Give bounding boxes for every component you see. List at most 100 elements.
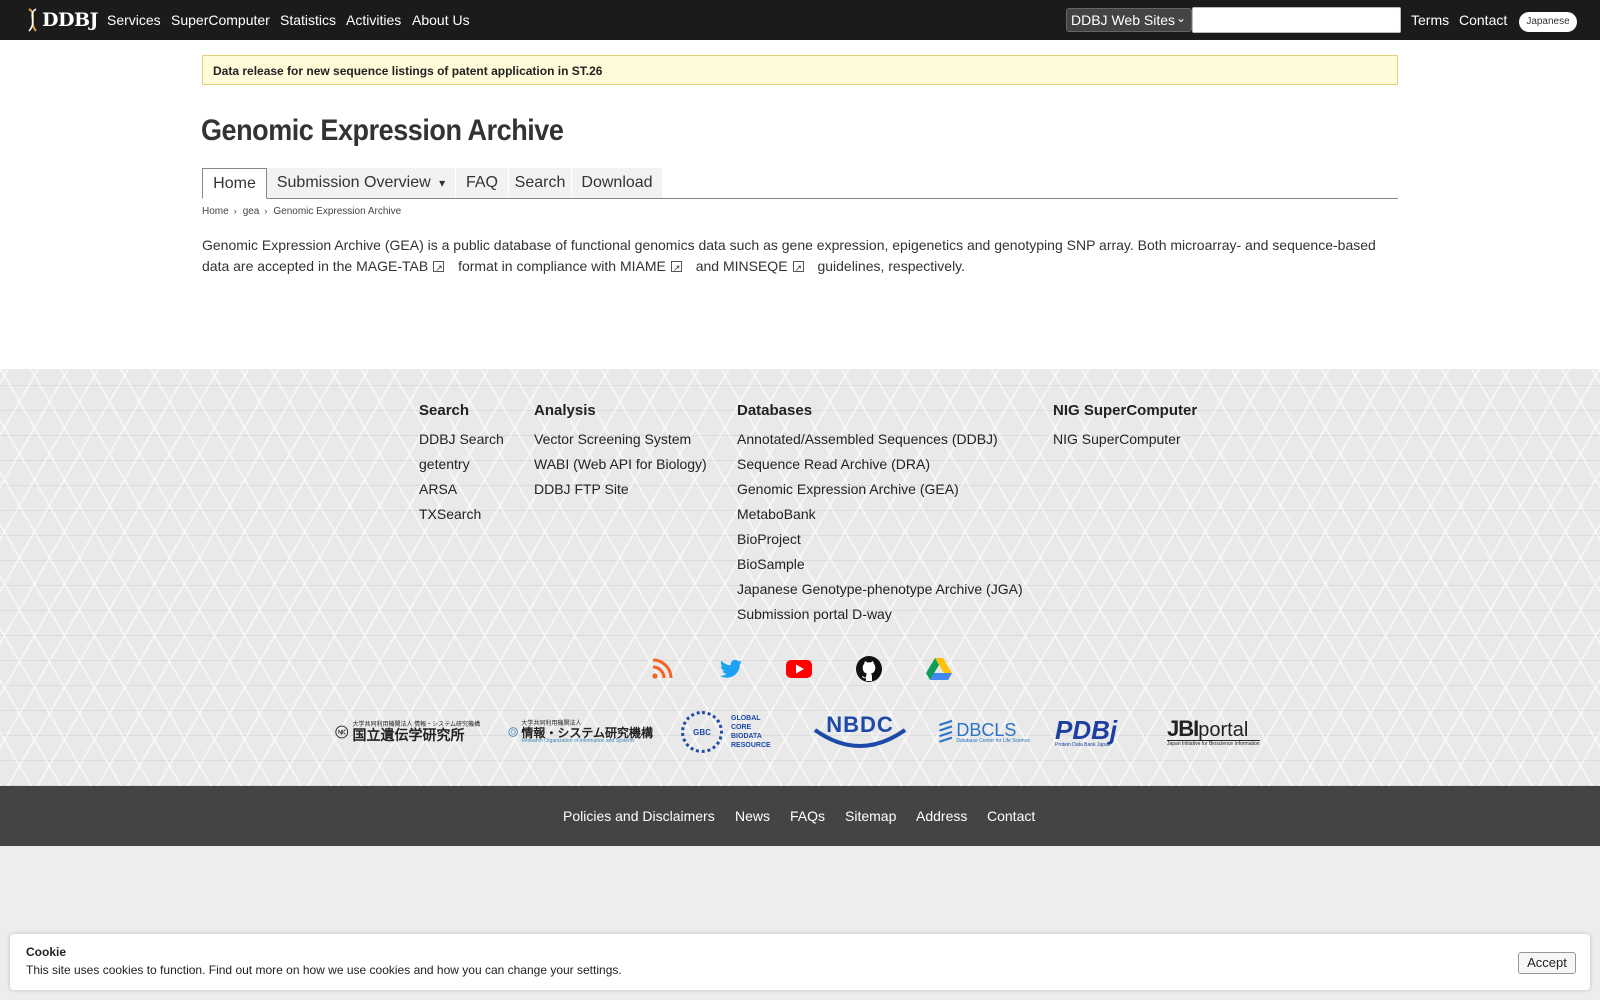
twitter-icon[interactable]: [717, 655, 745, 683]
contact-link[interactable]: Contact: [987, 808, 1035, 824]
cookie-text: This site uses cookies to function. Find…: [26, 963, 622, 977]
jbi-portal-text: portal: [1198, 718, 1249, 741]
footer-link[interactable]: BioProject: [737, 527, 1023, 552]
rss-icon[interactable]: [648, 655, 676, 683]
footer-link[interactable]: Genomic Expression Archive (GEA): [737, 477, 1023, 502]
dbcls-logo[interactable]: DBCLS Database Center for Life Science: [938, 709, 1030, 755]
footer-link[interactable]: NIG SuperComputer: [1053, 427, 1197, 452]
intro-paragraph: Genomic Expression Archive (GEA) is a pu…: [202, 235, 1398, 279]
footer: Search DDBJ Search getentry ARSA TXSearc…: [0, 369, 1600, 786]
footer-link[interactable]: Submission portal D-way: [737, 602, 1023, 627]
miame-link[interactable]: MIAME: [620, 258, 666, 274]
tab-home[interactable]: Home: [202, 168, 267, 199]
faqs-link[interactable]: FAQs: [790, 808, 825, 824]
footer-link[interactable]: TXSearch: [419, 502, 504, 527]
rois-logo[interactable]: 大学共同利用機関法人 情報・システム研究機構 Research Organiza…: [508, 709, 653, 755]
dbcls-stripes-icon: [939, 719, 953, 743]
caret-down-icon: ▾: [439, 176, 446, 190]
youtube-icon[interactable]: [785, 655, 813, 683]
address-link[interactable]: Address: [916, 808, 967, 824]
external-link-icon: [792, 258, 804, 279]
news-link[interactable]: News: [735, 808, 770, 824]
nbdc-logo[interactable]: NBDC: [811, 709, 911, 755]
nbdc-swoosh-icon: [813, 728, 907, 748]
main-content: Data release for new sequence listings o…: [0, 40, 1600, 369]
external-link-icon: [433, 258, 445, 279]
rois-logo-main: 情報・システム研究機構: [521, 725, 653, 740]
gcbr-logo[interactable]: GBC GLOBAL CORE BIODATA RESOURCE: [681, 709, 783, 755]
jbi-logo-sub: Japan Initiative for Bioscience Informat…: [1167, 739, 1260, 747]
find-out-more-link[interactable]: Find out more: [209, 963, 283, 977]
pdbj-logo[interactable]: PDBj Protein Data Bank Japan: [1055, 709, 1139, 755]
footer-col-databases: Databases Annotated/Assembled Sequences …: [737, 402, 1023, 627]
rois-logo-en: Research Organization of Information and…: [521, 737, 635, 744]
nav-supercomputer[interactable]: SuperComputer: [171, 12, 270, 28]
footer-col-search: Search DDBJ Search getentry ARSA TXSearc…: [419, 402, 504, 527]
tab-submission-overview[interactable]: Submission Overview ▾: [267, 168, 455, 198]
tab-download[interactable]: Download: [572, 168, 662, 198]
nav-activities[interactable]: Activities: [346, 12, 401, 28]
rois-emblem-icon: [508, 727, 518, 737]
chevron-right-icon: ›: [264, 206, 268, 216]
web-sites-select[interactable]: DDBJ Web Sites ⌄: [1066, 8, 1192, 32]
breadcrumb-gea[interactable]: gea: [243, 206, 260, 217]
nav-terms[interactable]: Terms: [1411, 12, 1449, 28]
breadcrumb: Home › gea › Genomic Expression Archive: [202, 206, 401, 217]
footer-link[interactable]: Annotated/Assembled Sequences (DDBJ): [737, 427, 1023, 452]
tab-faq[interactable]: FAQ: [456, 168, 508, 198]
pdbj-logo-text: PDBj: [1055, 714, 1118, 745]
footer-link[interactable]: getentry: [419, 452, 504, 477]
breadcrumb-current: Genomic Expression Archive: [273, 206, 402, 217]
github-icon[interactable]: [855, 655, 883, 683]
language-toggle-button[interactable]: Japanese: [1519, 12, 1577, 32]
chevron-right-icon: ›: [233, 206, 237, 216]
footer-link[interactable]: Vector Screening System: [534, 427, 707, 452]
external-link-icon: [670, 258, 682, 279]
footer-heading-databases: Databases: [737, 402, 813, 419]
sitemap-link[interactable]: Sitemap: [845, 808, 896, 824]
pdbj-logo-sub: Protein Data Bank Japan: [1055, 741, 1111, 748]
breadcrumb-home[interactable]: Home: [202, 206, 229, 217]
footer-col-analysis: Analysis Vector Screening System WABI (W…: [534, 402, 707, 502]
nav-contact[interactable]: Contact: [1459, 12, 1507, 28]
nig-logo[interactable]: 大学共同利用機関法人 情報・システム研究機構 国立遺伝学研究所: [335, 709, 480, 755]
logo-text: DDBJ: [42, 9, 99, 31]
nav-services[interactable]: Services: [107, 12, 161, 28]
footer-link[interactable]: Japanese Genotype-phenotype Archive (JGA…: [737, 577, 1023, 602]
policies-link[interactable]: Policies and Disclaimers: [563, 808, 715, 824]
footer-heading-analysis: Analysis: [534, 402, 596, 419]
tab-submission-overview-label: Submission Overview: [276, 174, 431, 191]
jbi-logo-text: JBI: [1167, 715, 1199, 741]
footer-link[interactable]: Sequence Read Archive (DRA): [737, 452, 1023, 477]
nav-statistics[interactable]: Statistics: [280, 12, 336, 28]
footer-link[interactable]: DDBJ Search: [419, 427, 504, 452]
cookie-notice: Cookie This site uses cookies to functio…: [10, 934, 1590, 990]
nav-about-us[interactable]: About Us: [412, 12, 470, 28]
nig-emblem-icon: [335, 725, 349, 739]
google-drive-icon[interactable]: [925, 655, 953, 683]
minseqe-link[interactable]: MINSEQE: [723, 258, 788, 274]
footer-heading-supercomputer: NIG SuperComputer: [1053, 402, 1198, 419]
partner-logos: 大学共同利用機関法人 情報・システム研究機構 国立遺伝学研究所 大学共同利用機関…: [0, 709, 1600, 755]
dna-helix-icon: [28, 8, 37, 32]
tab-search[interactable]: Search: [509, 168, 571, 198]
footer-link[interactable]: MetaboBank: [737, 502, 1023, 527]
footer-link[interactable]: WABI (Web API for Biology): [534, 452, 707, 477]
footer-link[interactable]: ARSA: [419, 477, 504, 502]
footer-col-supercomputer: NIG SuperComputer NIG SuperComputer: [1053, 402, 1197, 452]
footer-link[interactable]: DDBJ FTP Site: [534, 477, 707, 502]
search-input[interactable]: [1192, 7, 1401, 33]
footer-heading-search: Search: [419, 402, 470, 419]
chevron-down-icon: ⌄: [1175, 11, 1186, 25]
mage-tab-link[interactable]: MAGE-TAB: [356, 258, 428, 274]
ddbj-logo[interactable]: DDBJ: [26, 7, 99, 33]
announcement-link[interactable]: Data release for new sequence listings o…: [213, 64, 602, 78]
jbi-portal-logo[interactable]: JBIportal Japan Initiative for Bioscienc…: [1167, 709, 1267, 755]
footer-link[interactable]: BioSample: [737, 552, 1023, 577]
cookie-title: Cookie: [26, 945, 67, 959]
dbcls-logo-text: DBCLS: [956, 719, 1017, 740]
top-navigation-bar: DDBJ Services SuperComputer Statistics A…: [0, 0, 1600, 40]
social-links: [0, 655, 1600, 683]
accept-cookie-button[interactable]: Accept: [1518, 952, 1576, 974]
gcbr-badge: GBC: [681, 711, 723, 753]
